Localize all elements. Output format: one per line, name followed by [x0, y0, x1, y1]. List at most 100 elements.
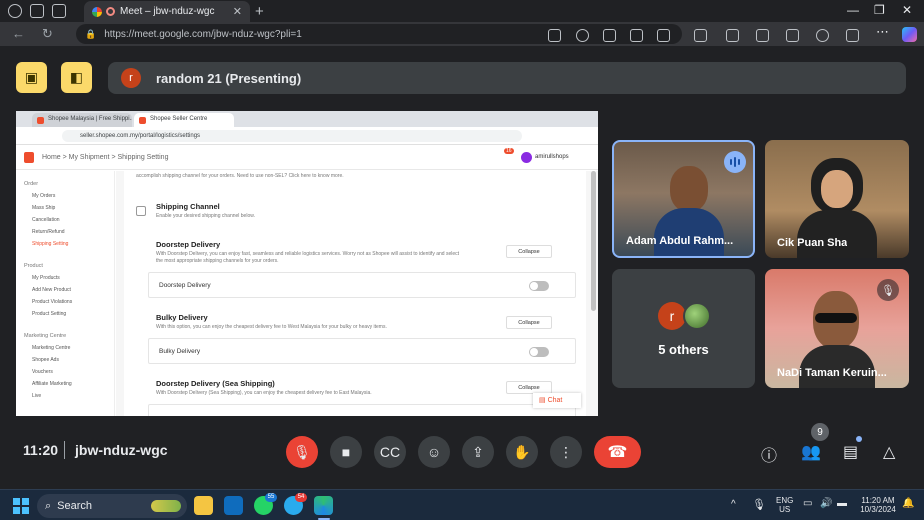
close-window-button[interactable]: ✕ [902, 3, 912, 17]
shared-tabstrip: Shopee Malaysia | Free Shippi... Shopee … [16, 111, 598, 127]
shared-breadcrumb: Home > My Shipment > Shipping Setting [42, 154, 169, 161]
maximize-button[interactable]: ❐ [874, 3, 885, 17]
collections-icon[interactable] [786, 29, 799, 42]
profile-icon[interactable] [8, 4, 22, 18]
others-avatar-image [683, 302, 711, 330]
stop-presenting-icon[interactable]: ▣ [16, 62, 47, 93]
raise-hand-button[interactable]: ✋ [506, 436, 538, 468]
chat-icon[interactable]: ▤ [843, 442, 858, 462]
layout-icon[interactable]: ◧ [61, 62, 92, 93]
workspaces-icon[interactable] [30, 4, 44, 18]
shared-username: amirullshops [535, 154, 569, 160]
sidebar-item: Mass Ship [32, 205, 56, 211]
meeting-time: 11:20 [23, 442, 59, 458]
shared-header: Home > My Shipment > Shipping Setting 16… [16, 146, 598, 170]
notifications-icon[interactable]: 🔔 [902, 498, 914, 509]
meet-favicon-icon [92, 6, 102, 17]
extensions-icon[interactable] [694, 29, 707, 42]
section-title: Doorstep Delivery [156, 240, 221, 249]
tab-actions-icon[interactable] [52, 4, 66, 18]
channel-row: Doorstep Delivery [148, 272, 576, 298]
telegram-badge: 54 [295, 493, 307, 502]
mic-off-button[interactable]: 🎙 [286, 436, 318, 468]
collapse-button: Collapse [506, 245, 552, 258]
sidebar-item: Add New Product [32, 287, 71, 293]
shared-scrollbar [591, 171, 596, 311]
camera-button[interactable]: ■ [330, 436, 362, 468]
participant-video [670, 166, 708, 212]
participant-tile-others[interactable]: r 5 others [612, 269, 755, 388]
language-indicator[interactable]: ENG US [776, 496, 793, 514]
participant-tile-adam[interactable]: Adam Abdul Rahm... [612, 140, 755, 258]
shopee-logo-icon [24, 152, 34, 163]
immersive-reader-icon[interactable] [630, 29, 643, 42]
outlook-icon[interactable] [224, 496, 243, 515]
collapse-button: Collapse [506, 316, 552, 329]
participant-tile-cik[interactable]: Cik Puan Sha [765, 140, 909, 258]
participant-tile-nadi[interactable]: 🎙 NaDi Taman Keruin... [765, 269, 909, 388]
truck-icon [136, 206, 146, 216]
participant-video-body [797, 210, 877, 258]
battery-icon[interactable]: ▬ [837, 498, 847, 509]
shared-chat-button: ▤ Chat [533, 393, 581, 408]
shared-url: seller.shopee.com.my/portal/logistics/se… [62, 130, 522, 142]
network-icon[interactable]: ▭ [803, 498, 812, 509]
end-call-button[interactable]: ☎ [594, 436, 641, 468]
favorites-icon[interactable] [756, 29, 769, 42]
sidebar-group: Order [24, 181, 39, 187]
people-icon[interactable]: 👥 [801, 442, 821, 462]
captions-button[interactable]: CC [374, 436, 406, 468]
presentation-bar: r random 21 (Presenting) [108, 62, 906, 94]
whatsapp-badge: 55 [265, 493, 277, 502]
zoom-icon[interactable] [576, 29, 589, 42]
emoji-button[interactable]: ☺ [418, 436, 450, 468]
shipping-card: accomplish shipping channel for your ord… [124, 171, 586, 416]
sidebar-item: Vouchers [32, 369, 53, 375]
speaking-indicator-icon [724, 151, 746, 173]
present-button[interactable]: ⇪ [462, 436, 494, 468]
shared-top-text: accomplish shipping channel for your ord… [136, 173, 344, 179]
taskbar-search[interactable]: ⌕ Search [37, 494, 187, 518]
camera-in-use-icon[interactable] [548, 29, 561, 42]
presenting-label: random 21 (Presenting) [156, 70, 302, 86]
shared-tab-seller: Shopee Seller Centre [134, 113, 234, 127]
edge-icon[interactable] [314, 496, 333, 515]
windows-start-icon[interactable] [13, 498, 29, 514]
file-explorer-icon[interactable] [194, 496, 213, 515]
more-options-button[interactable]: ⋮ [550, 436, 582, 468]
others-avatar-initial: r [658, 302, 686, 330]
more-menu-icon[interactable]: ⋯ [876, 24, 889, 40]
meeting-code: jbw-nduz-wgc [75, 442, 168, 458]
back-icon[interactable]: ← [12, 26, 25, 41]
favorite-star-icon[interactable] [657, 29, 670, 42]
clock-time: 11:20 AM [861, 496, 895, 505]
refresh-icon[interactable]: ↻ [42, 26, 53, 42]
url-text: https://meet.google.com/jbw-nduz-wgc?pli… [104, 28, 302, 40]
read-aloud-icon[interactable] [603, 29, 616, 42]
shared-sidebar: Order My Orders Mass Ship Cancellation R… [16, 171, 115, 416]
channel-toggle [529, 347, 549, 357]
activities-icon[interactable]: △ [883, 442, 895, 462]
minimize-button[interactable]: — [847, 3, 859, 17]
close-tab-icon[interactable]: ✕ [233, 5, 242, 18]
search-label: Search [57, 500, 93, 512]
channel-row-label: Bulky Delivery [159, 348, 201, 355]
volume-icon[interactable]: 🔊 [820, 498, 832, 509]
address-bar[interactable]: 🔒 https://meet.google.com/jbw-nduz-wgc?p… [76, 24, 682, 44]
muted-mic-icon: 🎙 [877, 279, 899, 301]
history-icon[interactable] [816, 29, 829, 42]
performance-icon[interactable] [846, 29, 859, 42]
split-screen-icon[interactable] [726, 29, 739, 42]
browser-tab-meet[interactable]: Meet – jbw-nduz-wgc ✕ [84, 1, 250, 22]
info-icon[interactable]: ⓘ [761, 442, 777, 466]
sidebar-item: Product Setting [32, 311, 67, 317]
participant-video-face [821, 170, 853, 208]
participant-video-glasses [815, 313, 857, 323]
taskbar-clock[interactable]: 11:20 AM 10/3/2024 [856, 496, 900, 514]
copilot-icon[interactable] [902, 27, 917, 42]
show-hidden-icons[interactable]: ^ [731, 499, 736, 510]
sidebar-item: Return/Refund [32, 229, 65, 235]
section-desc: With this option, you can enjoy the chea… [156, 324, 387, 330]
new-tab-button[interactable]: + [255, 3, 264, 20]
mic-tray-icon[interactable]: 🎙 [752, 498, 766, 511]
